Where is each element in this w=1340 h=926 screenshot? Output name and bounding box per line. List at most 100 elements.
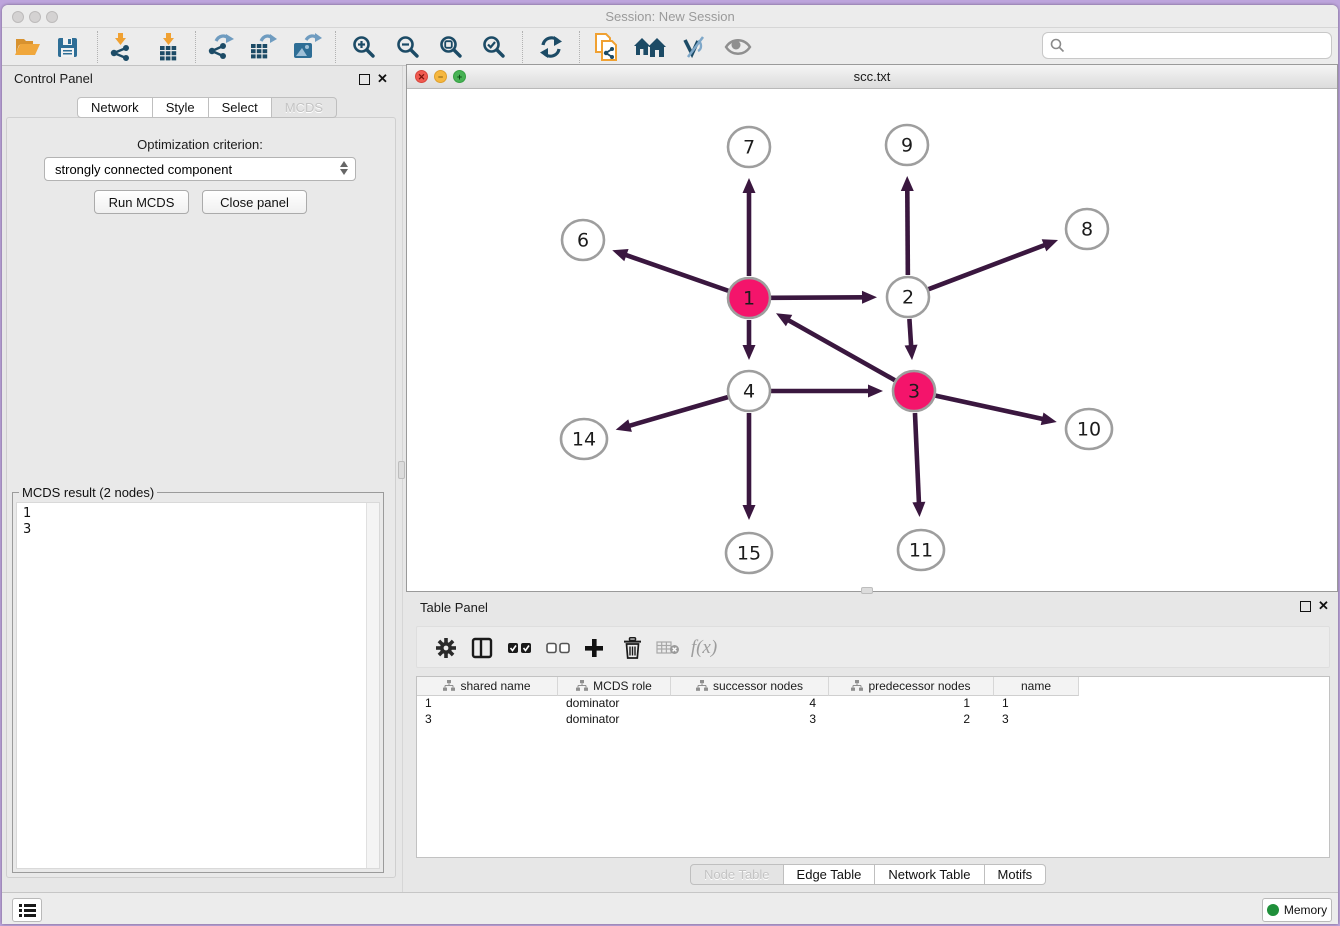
export-network-button[interactable] xyxy=(201,30,239,64)
show-all-button[interactable] xyxy=(719,30,757,64)
table-panel-float-button[interactable] xyxy=(1300,601,1311,612)
graph-edge-2-8[interactable] xyxy=(929,244,1047,289)
graph-node-1[interactable]: 1 xyxy=(728,278,770,318)
column-header-label: successor nodes xyxy=(713,679,803,693)
zoom-out-button[interactable] xyxy=(389,30,427,64)
graph-node-14[interactable]: 14 xyxy=(561,419,607,459)
graph-node-9[interactable]: 9 xyxy=(886,125,928,165)
table-cell[interactable]: 1 xyxy=(417,696,558,712)
deselect-all-button[interactable] xyxy=(541,631,575,665)
graph-edge-4-14[interactable] xyxy=(627,397,728,426)
table-row[interactable]: 1dominator411 xyxy=(417,696,1329,712)
control-panel-close-button[interactable]: ✕ xyxy=(377,73,388,85)
graph-node-6[interactable]: 6 xyxy=(562,220,604,260)
network-canvas[interactable]: 7 9 6 8 1 2 4 3 14 10 15 11 xyxy=(407,89,1337,591)
column-header-shared-name[interactable]: shared name xyxy=(417,677,558,696)
dropdown-stepper-icon xyxy=(340,161,348,175)
delete-row-button[interactable] xyxy=(615,631,649,665)
float-icon xyxy=(1300,601,1311,612)
table-cell[interactable]: 3 xyxy=(417,712,558,728)
table-cell[interactable]: dominator xyxy=(558,712,671,728)
export-table-button[interactable] xyxy=(244,30,282,64)
column-header-predecessor-nodes[interactable]: predecessor nodes xyxy=(829,677,994,696)
zoom-in-button[interactable] xyxy=(345,30,383,64)
graph-node-8[interactable]: 8 xyxy=(1066,209,1108,249)
first-neighbors-button[interactable] xyxy=(631,30,669,64)
open-session-button[interactable] xyxy=(8,30,46,64)
export-image-button[interactable] xyxy=(288,30,326,64)
select-all-button[interactable] xyxy=(503,631,537,665)
graph-node-11[interactable]: 11 xyxy=(898,530,944,570)
column-header-successor-nodes[interactable]: successor nodes xyxy=(671,677,829,696)
export-network-icon xyxy=(206,33,234,61)
mcds-result-textarea[interactable]: 13 xyxy=(16,502,380,869)
node-label: 2 xyxy=(902,287,914,309)
graph-edge-1-6[interactable] xyxy=(624,254,729,291)
table-cell[interactable]: 3 xyxy=(994,712,1079,728)
zoom-fit-button[interactable] xyxy=(432,30,470,64)
graph-edge-2-3[interactable] xyxy=(909,319,911,348)
close-panel-button[interactable]: Close panel xyxy=(202,190,307,214)
memory-button[interactable]: Memory xyxy=(1262,898,1332,922)
node-table[interactable]: shared nameMCDS role successor nodes prede… xyxy=(416,676,1330,858)
zoom-selected-button[interactable] xyxy=(475,30,513,64)
run-mcds-button[interactable]: Run MCDS xyxy=(94,190,189,214)
search-box[interactable] xyxy=(1042,32,1332,59)
column-header-MCDS-role[interactable]: MCDS role xyxy=(558,677,671,696)
graph-edge-1-2[interactable] xyxy=(771,297,865,298)
import-network-button[interactable] xyxy=(101,30,139,64)
table-settings-button[interactable] xyxy=(429,631,463,665)
node-label: 9 xyxy=(901,135,913,157)
edge-arrowhead xyxy=(743,505,756,520)
tab-motifs[interactable]: Motifs xyxy=(985,864,1047,885)
graph-edge-3-11[interactable] xyxy=(915,413,919,505)
table-cell[interactable]: 2 xyxy=(829,712,994,728)
task-history-button[interactable] xyxy=(12,898,42,922)
edge-arrowhead xyxy=(612,249,628,261)
tab-network-table[interactable]: Network Table xyxy=(875,864,984,885)
graph-node-15[interactable]: 15 xyxy=(726,533,772,573)
tab-mcds[interactable]: MCDS xyxy=(272,97,337,118)
table-cell[interactable]: 1 xyxy=(994,696,1079,712)
graph-edge-3-1[interactable] xyxy=(786,319,894,380)
control-panel-float-button[interactable] xyxy=(359,74,370,85)
mcds-scrollbar[interactable] xyxy=(366,503,379,868)
graph-node-10[interactable]: 10 xyxy=(1066,409,1112,449)
delete-table-button[interactable] xyxy=(651,631,685,665)
table-cell[interactable]: 4 xyxy=(671,696,829,712)
table-toolbar: f(x) xyxy=(416,626,1330,668)
refresh-button[interactable] xyxy=(532,30,570,64)
graph-edge-3-10[interactable] xyxy=(935,396,1045,420)
graph-node-3[interactable]: 3 xyxy=(893,371,935,411)
tab-node-table[interactable]: Node Table xyxy=(690,864,784,885)
tab-select[interactable]: Select xyxy=(209,97,272,118)
graph-node-2[interactable]: 2 xyxy=(887,277,929,317)
import-table-button[interactable] xyxy=(149,30,187,64)
table-panel-close-button[interactable]: ✕ xyxy=(1318,600,1329,612)
tab-network[interactable]: Network xyxy=(77,97,153,118)
column-selector-button[interactable] xyxy=(465,631,499,665)
function-builder-button[interactable]: f(x) xyxy=(687,631,721,665)
hide-selected-button[interactable] xyxy=(675,30,713,64)
table-cell[interactable]: 3 xyxy=(671,712,829,728)
graph-node-7[interactable]: 7 xyxy=(728,127,770,167)
horizontal-splitter-handle[interactable] xyxy=(861,587,873,594)
network-window-titlebar[interactable]: ✕ − + scc.txt xyxy=(407,65,1337,89)
graph-node-4[interactable]: 4 xyxy=(728,371,770,411)
criterion-value: strongly connected component xyxy=(55,162,232,177)
column-header-name[interactable]: name xyxy=(994,677,1079,696)
graph-edge-2-9[interactable] xyxy=(907,188,908,275)
tab-style[interactable]: Style xyxy=(153,97,209,118)
criterion-dropdown[interactable]: strongly connected component xyxy=(44,157,356,181)
save-session-button[interactable] xyxy=(48,30,86,64)
node-label: 4 xyxy=(743,381,755,403)
tab-edge-table[interactable]: Edge Table xyxy=(784,864,876,885)
clone-network-button[interactable] xyxy=(588,30,626,64)
add-row-button[interactable] xyxy=(577,631,611,665)
table-row[interactable]: 3dominator323 xyxy=(417,712,1329,728)
search-input[interactable] xyxy=(1070,38,1331,53)
table-cell[interactable]: dominator xyxy=(558,696,671,712)
vertical-splitter-handle[interactable] xyxy=(398,461,405,479)
node-label: 6 xyxy=(577,230,589,252)
table-cell[interactable]: 1 xyxy=(829,696,994,712)
